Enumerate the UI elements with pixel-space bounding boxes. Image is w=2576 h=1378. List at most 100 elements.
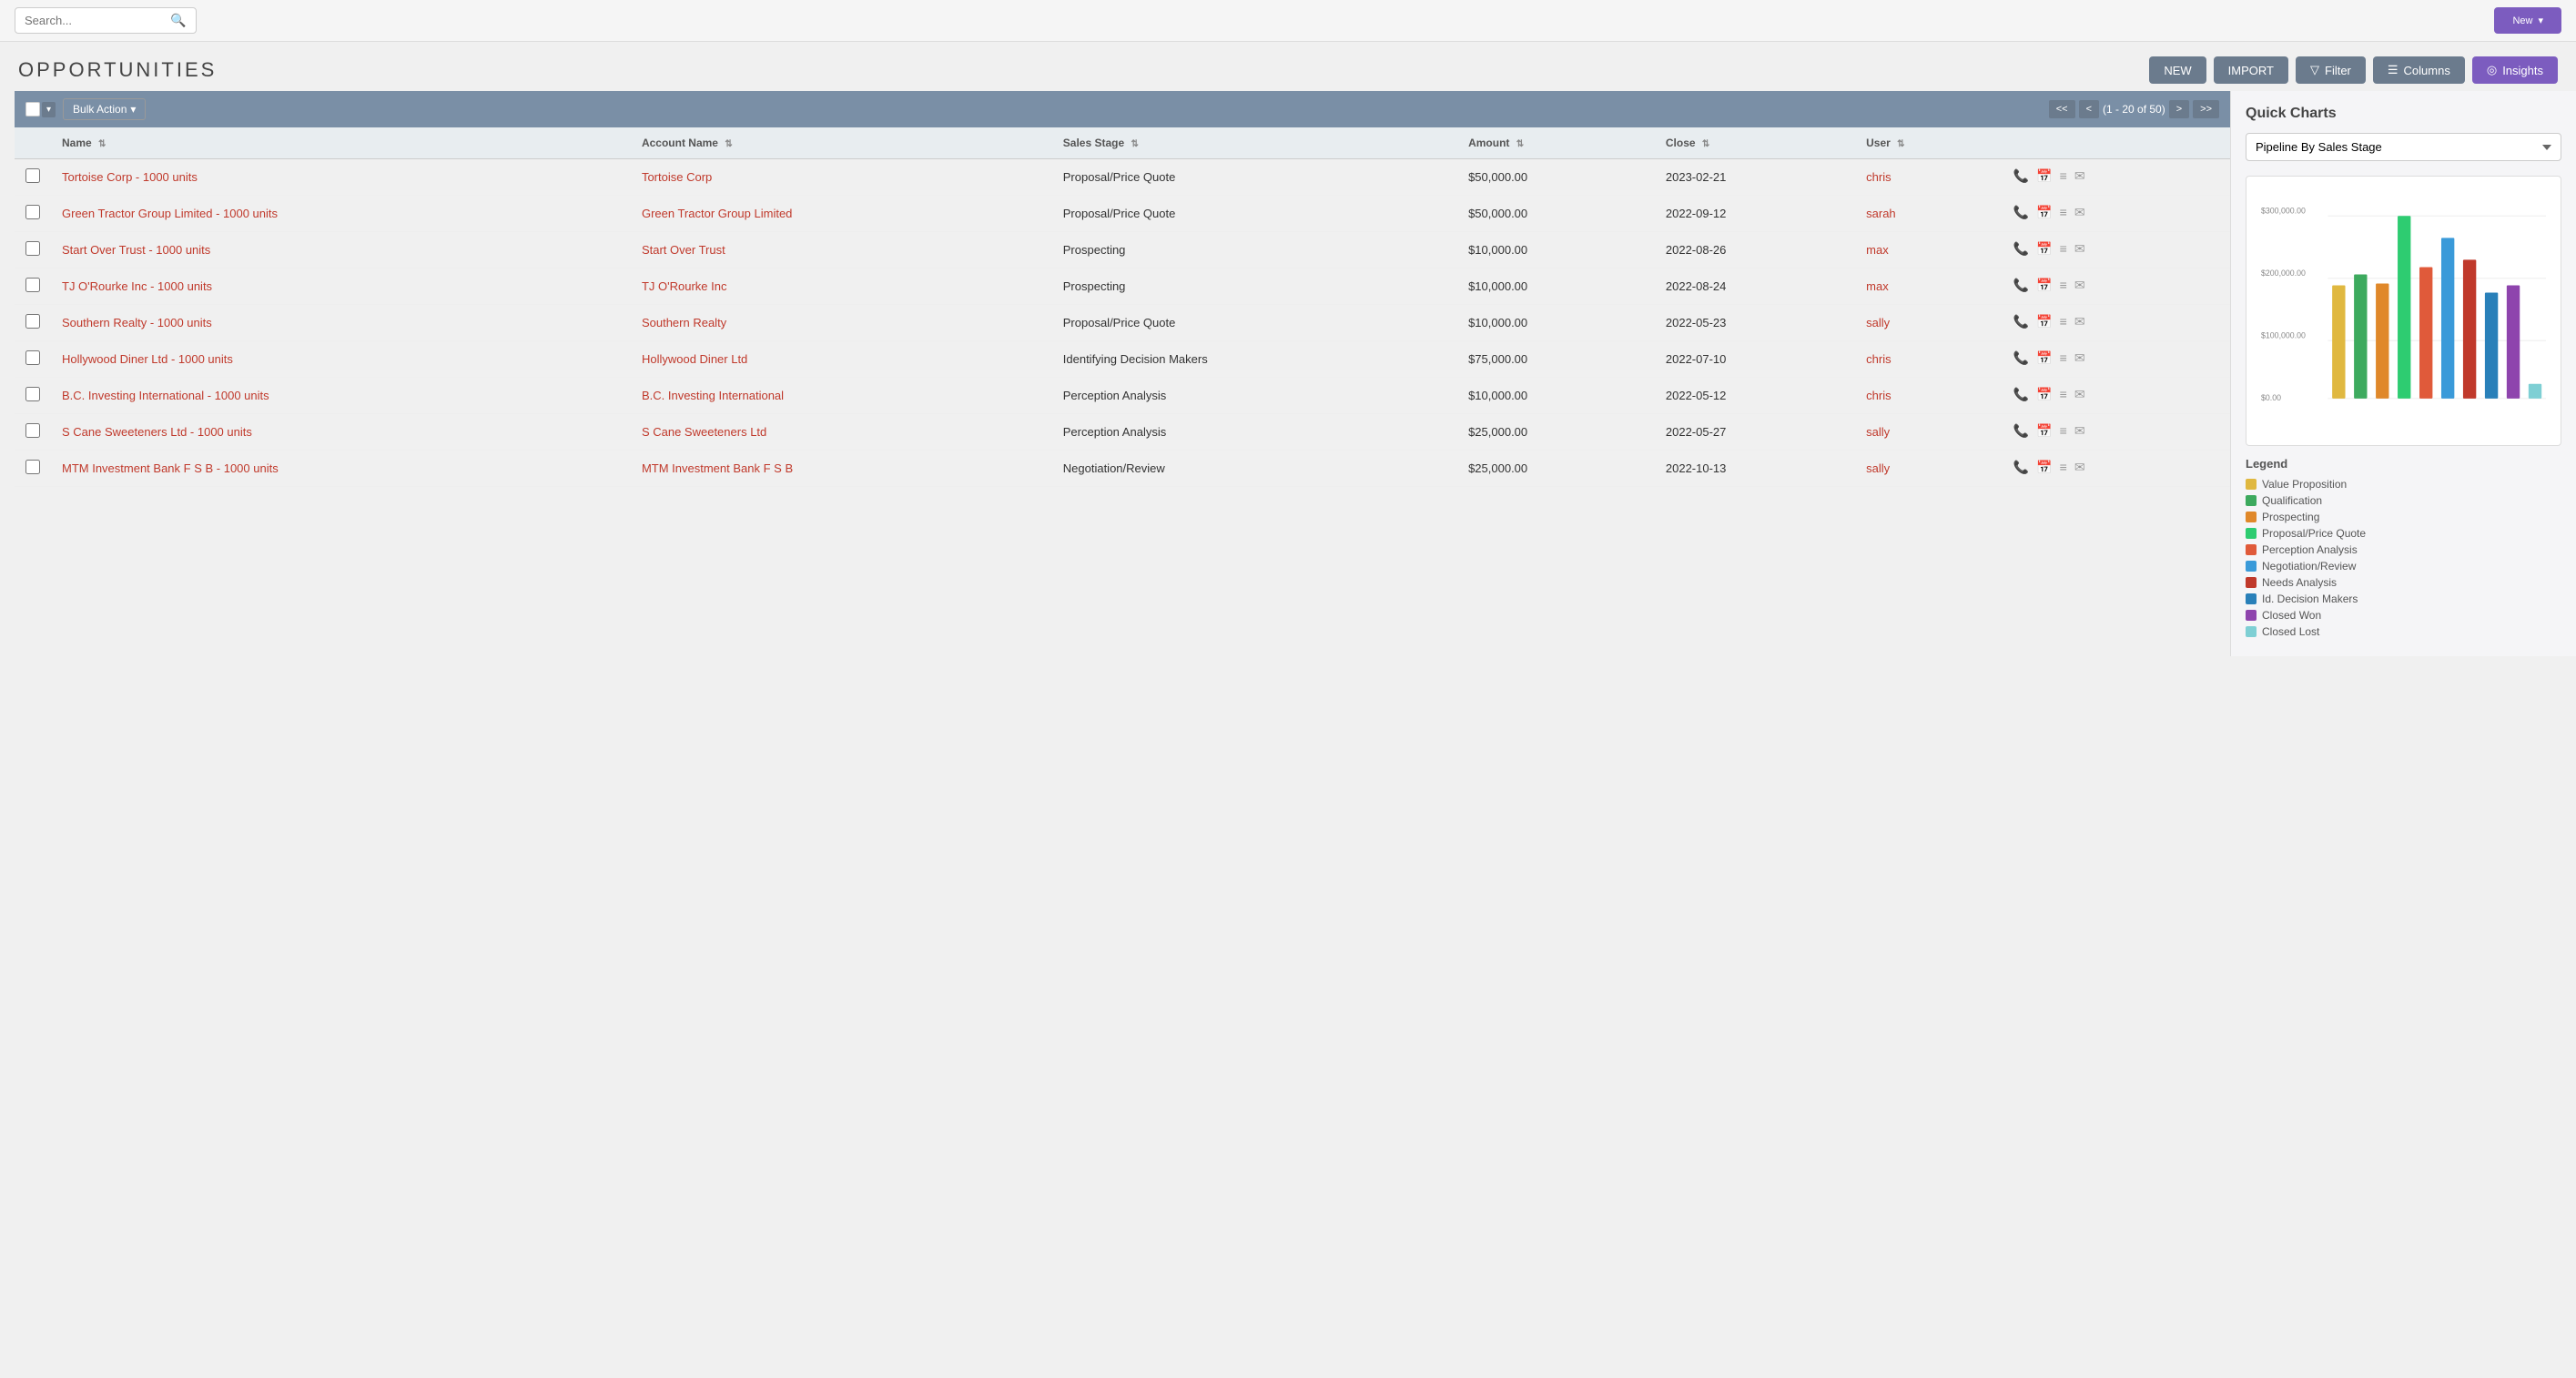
- account-sort-icon[interactable]: ⇅: [725, 139, 732, 149]
- first-page-button[interactable]: <<: [2049, 100, 2075, 118]
- user-cell[interactable]: sally: [1855, 451, 2003, 487]
- name-cell[interactable]: Tortoise Corp - 1000 units: [51, 159, 631, 196]
- amount-sort-icon[interactable]: ⇅: [1516, 139, 1524, 149]
- import-button[interactable]: IMPORT: [2214, 56, 2288, 84]
- calendar-icon[interactable]: 📅: [2036, 278, 2052, 293]
- name-cell[interactable]: Southern Realty - 1000 units: [51, 305, 631, 341]
- user-sort-icon[interactable]: ⇅: [1897, 139, 1904, 149]
- call-icon[interactable]: 📞: [2013, 314, 2029, 329]
- name-cell[interactable]: B.C. Investing International - 1000 unit…: [51, 378, 631, 414]
- user-cell[interactable]: sally: [1855, 414, 2003, 451]
- name-sort-icon[interactable]: ⇅: [98, 139, 106, 149]
- account-cell[interactable]: Southern Realty: [631, 305, 1052, 341]
- email-icon[interactable]: ✉: [2074, 350, 2085, 366]
- account-cell[interactable]: MTM Investment Bank F S B: [631, 451, 1052, 487]
- calendar-icon[interactable]: 📅: [2036, 241, 2052, 257]
- account-cell[interactable]: S Cane Sweeteners Ltd: [631, 414, 1052, 451]
- account-cell[interactable]: TJ O'Rourke Inc: [631, 269, 1052, 305]
- new-button[interactable]: New ▾: [2494, 7, 2561, 34]
- call-icon[interactable]: 📞: [2013, 168, 2029, 184]
- user-cell[interactable]: chris: [1855, 378, 2003, 414]
- email-icon[interactable]: ✉: [2074, 387, 2085, 402]
- notes-icon[interactable]: ≡: [2060, 278, 2067, 293]
- row-checkbox[interactable]: [25, 423, 40, 438]
- row-checkbox[interactable]: [25, 168, 40, 183]
- calendar-icon[interactable]: 📅: [2036, 205, 2052, 220]
- row-checkbox[interactable]: [25, 460, 40, 474]
- insights-button[interactable]: ◎ Insights: [2472, 56, 2558, 84]
- row-checkbox[interactable]: [25, 387, 40, 401]
- notes-icon[interactable]: ≡: [2060, 241, 2067, 257]
- checkbox-dropdown-arrow[interactable]: ▾: [42, 102, 56, 117]
- name-cell[interactable]: TJ O'Rourke Inc - 1000 units: [51, 269, 631, 305]
- calendar-icon[interactable]: 📅: [2036, 423, 2052, 439]
- email-icon[interactable]: ✉: [2074, 241, 2085, 257]
- select-all-checkbox[interactable]: [25, 102, 40, 117]
- call-icon[interactable]: 📞: [2013, 460, 2029, 475]
- notes-icon[interactable]: ≡: [2060, 423, 2067, 439]
- row-checkbox[interactable]: [25, 278, 40, 292]
- call-icon[interactable]: 📞: [2013, 387, 2029, 402]
- notes-icon[interactable]: ≡: [2060, 314, 2067, 329]
- prev-page-button[interactable]: <: [2079, 100, 2099, 118]
- account-col-header[interactable]: Account Name ⇅: [631, 127, 1052, 159]
- notes-icon[interactable]: ≡: [2060, 460, 2067, 475]
- row-checkbox[interactable]: [25, 205, 40, 219]
- search-input[interactable]: [25, 14, 170, 27]
- account-cell[interactable]: B.C. Investing International: [631, 378, 1052, 414]
- row-checkbox[interactable]: [25, 350, 40, 365]
- stage-sort-icon[interactable]: ⇅: [1131, 139, 1138, 149]
- user-cell[interactable]: max: [1855, 232, 2003, 269]
- stage-col-header[interactable]: Sales Stage ⇅: [1052, 127, 1457, 159]
- account-cell[interactable]: Start Over Trust: [631, 232, 1052, 269]
- call-icon[interactable]: 📞: [2013, 205, 2029, 220]
- calendar-icon[interactable]: 📅: [2036, 168, 2052, 184]
- call-icon[interactable]: 📞: [2013, 278, 2029, 293]
- amount-col-header[interactable]: Amount ⇅: [1457, 127, 1655, 159]
- call-icon[interactable]: 📞: [2013, 241, 2029, 257]
- close-col-header[interactable]: Close ⇅: [1655, 127, 1855, 159]
- name-cell[interactable]: Green Tractor Group Limited - 1000 units: [51, 196, 631, 232]
- name-col-header[interactable]: Name ⇅: [51, 127, 631, 159]
- email-icon[interactable]: ✉: [2074, 314, 2085, 329]
- notes-icon[interactable]: ≡: [2060, 387, 2067, 402]
- account-cell[interactable]: Tortoise Corp: [631, 159, 1052, 196]
- columns-button[interactable]: ☰ Columns: [2373, 56, 2465, 84]
- next-page-button[interactable]: >: [2169, 100, 2189, 118]
- new-header-button[interactable]: NEW: [2149, 56, 2206, 84]
- name-cell[interactable]: MTM Investment Bank F S B - 1000 units: [51, 451, 631, 487]
- row-checkbox[interactable]: [25, 241, 40, 256]
- row-checkbox[interactable]: [25, 314, 40, 329]
- notes-icon[interactable]: ≡: [2060, 168, 2067, 184]
- name-cell[interactable]: S Cane Sweeteners Ltd - 1000 units: [51, 414, 631, 451]
- account-cell[interactable]: Green Tractor Group Limited: [631, 196, 1052, 232]
- account-cell[interactable]: Hollywood Diner Ltd: [631, 341, 1052, 378]
- user-cell[interactable]: chris: [1855, 159, 2003, 196]
- email-icon[interactable]: ✉: [2074, 278, 2085, 293]
- calendar-icon[interactable]: 📅: [2036, 314, 2052, 329]
- user-col-header[interactable]: User ⇅: [1855, 127, 2003, 159]
- name-cell[interactable]: Hollywood Diner Ltd - 1000 units: [51, 341, 631, 378]
- notes-icon[interactable]: ≡: [2060, 205, 2067, 220]
- name-cell[interactable]: Start Over Trust - 1000 units: [51, 232, 631, 269]
- user-cell[interactable]: chris: [1855, 341, 2003, 378]
- email-icon[interactable]: ✉: [2074, 460, 2085, 475]
- filter-button[interactable]: ▽ Filter: [2296, 56, 2366, 84]
- calendar-icon[interactable]: 📅: [2036, 350, 2052, 366]
- call-icon[interactable]: 📞: [2013, 423, 2029, 439]
- calendar-icon[interactable]: 📅: [2036, 460, 2052, 475]
- user-cell[interactable]: sarah: [1855, 196, 2003, 232]
- last-page-button[interactable]: >>: [2193, 100, 2219, 118]
- email-icon[interactable]: ✉: [2074, 168, 2085, 184]
- email-icon[interactable]: ✉: [2074, 205, 2085, 220]
- call-icon[interactable]: 📞: [2013, 350, 2029, 366]
- chart-select[interactable]: Pipeline By Sales StagePipeline By UserP…: [2246, 133, 2561, 161]
- email-icon[interactable]: ✉: [2074, 423, 2085, 439]
- calendar-icon[interactable]: 📅: [2036, 387, 2052, 402]
- notes-icon[interactable]: ≡: [2060, 350, 2067, 366]
- bulk-action-button[interactable]: Bulk Action ▾: [63, 98, 146, 120]
- user-cell[interactable]: max: [1855, 269, 2003, 305]
- user-cell[interactable]: sally: [1855, 305, 2003, 341]
- close-sort-icon[interactable]: ⇅: [1702, 139, 1709, 149]
- search-box[interactable]: 🔍: [15, 7, 197, 34]
